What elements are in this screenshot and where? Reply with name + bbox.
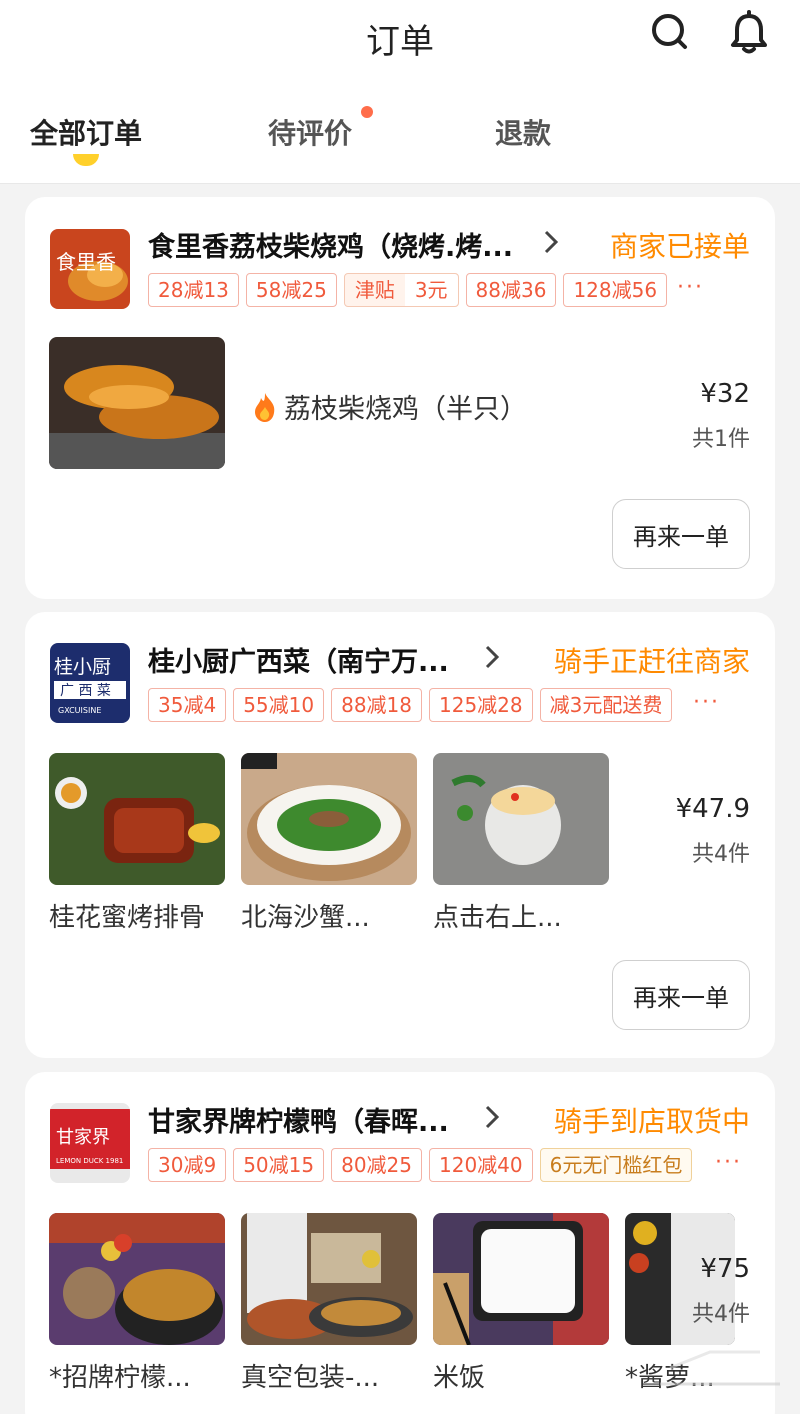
tab-refund[interactable]: 退款 xyxy=(495,112,551,152)
subsidy-value: 3元 xyxy=(404,274,458,306)
order-price: ¥47.9 xyxy=(675,794,750,824)
chevron-right-icon[interactable] xyxy=(540,227,564,257)
fire-icon xyxy=(255,392,275,422)
item-count: 共4件 xyxy=(692,842,750,867)
item-count: 共4件 xyxy=(692,1302,750,1327)
promo-tag: 30减9 xyxy=(148,1148,227,1182)
search-icon xyxy=(652,14,687,49)
svg-text:LEMON DUCK 1981: LEMON DUCK 1981 xyxy=(56,1157,123,1165)
promo-tag: 120减40 xyxy=(429,1148,533,1182)
svg-text:GXCUISINE: GXCUISINE xyxy=(58,706,101,715)
dish-name: 北海沙蟹... xyxy=(241,903,370,933)
dish-image[interactable] xyxy=(433,1213,609,1345)
promo-tag: 减3元配送费 xyxy=(539,688,673,722)
store-name[interactable]: 甘家界牌柠檬鸭（春晖... xyxy=(148,1100,449,1139)
promo-tag: 125减28 xyxy=(429,688,533,722)
dish-name: *招牌柠檬... xyxy=(49,1363,191,1393)
notification-button[interactable] xyxy=(726,10,772,56)
dish-image[interactable] xyxy=(433,753,609,885)
promo-tag: 28减13 xyxy=(148,273,239,307)
chevron-right-icon[interactable] xyxy=(481,642,505,672)
svg-text:甘家界: 甘家界 xyxy=(56,1127,110,1148)
store-logo[interactable]: 食里香 xyxy=(50,229,130,309)
more-promos[interactable]: ··· xyxy=(693,690,720,715)
dish-name: 米饭 xyxy=(433,1363,486,1393)
store-logo[interactable]: 桂小厨 广 西 菜 GXCUISINE xyxy=(50,643,130,723)
dish-name: 真空包装-... xyxy=(241,1363,380,1393)
svg-text:桂小厨: 桂小厨 xyxy=(54,656,111,678)
coupon-tag: 6元无门槛红包 xyxy=(539,1148,693,1182)
dish-image[interactable] xyxy=(49,337,225,469)
subsidy-tag: 津贴 3元 xyxy=(343,273,459,307)
reorder-button[interactable]: 再来一单 xyxy=(612,960,750,1030)
dish-image[interactable] xyxy=(49,753,225,885)
tab-all-orders[interactable]: 全部订单 xyxy=(30,112,142,152)
reorder-button[interactable]: 再来一单 xyxy=(612,499,750,569)
promo-tags: 30减9 50减15 80减25 120减40 6元无门槛红包 xyxy=(148,1148,693,1182)
promo-tags: 28减13 58减25 津贴 3元 88减36 128减56 xyxy=(148,273,668,307)
order-status: 骑手正赶往商家 xyxy=(553,645,750,678)
promo-tag: 88减18 xyxy=(331,688,422,722)
dish-name: 荔枝柴烧鸡（半只） xyxy=(284,394,527,425)
chevron-right-icon[interactable] xyxy=(481,1102,505,1132)
tab-to-review[interactable]: 待评价 xyxy=(268,112,352,152)
dish-image[interactable] xyxy=(241,1213,417,1345)
order-card[interactable]: 桂小厨 广 西 菜 GXCUISINE 桂小厨广西菜（南宁万... 骑手正赶往商… xyxy=(25,612,775,1058)
more-promos[interactable]: ··· xyxy=(677,275,704,300)
dish-name: 点击右上... xyxy=(433,903,562,933)
promo-tag: 128减56 xyxy=(563,273,668,307)
promo-tag: 35减4 xyxy=(148,688,227,722)
store-name[interactable]: 食里香荔枝柴烧鸡（烧烤.烤... xyxy=(148,225,513,264)
svg-text:广 西 菜: 广 西 菜 xyxy=(60,683,111,699)
promo-tag: 55减10 xyxy=(233,688,325,722)
dish-title[interactable]: 荔枝柴烧鸡（半只） xyxy=(252,387,527,426)
more-promos[interactable]: ··· xyxy=(715,1150,742,1175)
order-card[interactable]: 食里香 食里香荔枝柴烧鸡（烧烤.烤... 商家已接单 28减13 58减25 津… xyxy=(25,197,775,599)
promo-tags: 35减4 55减10 88减18 125减28 减3元配送费 xyxy=(148,688,673,722)
promo-tag: 88减36 xyxy=(465,273,557,307)
order-status: 商家已接单 xyxy=(609,230,750,263)
search-button[interactable] xyxy=(648,10,692,54)
active-tab-indicator xyxy=(73,154,99,166)
order-price: ¥32 xyxy=(700,379,750,409)
promo-tag: 50减15 xyxy=(233,1148,325,1182)
item-count: 共1件 xyxy=(692,427,750,452)
subsidy-label: 津贴 xyxy=(354,278,395,302)
dish-image[interactable] xyxy=(49,1213,225,1345)
promo-tag: 80减25 xyxy=(331,1148,422,1182)
watermark-logo xyxy=(660,1350,780,1386)
dish-name: 桂花蜜烤排骨 xyxy=(49,903,206,933)
notification-dot xyxy=(361,106,373,118)
promo-tag: 58减25 xyxy=(245,273,337,307)
store-name[interactable]: 桂小厨广西菜（南宁万... xyxy=(148,640,449,679)
svg-text:食里香: 食里香 xyxy=(56,250,116,274)
dish-image[interactable] xyxy=(241,753,417,885)
order-status: 骑手到店取货中 xyxy=(553,1105,750,1138)
order-price: ¥75 xyxy=(700,1254,750,1284)
top-bar: 订单 全部订单 待评价 退款 xyxy=(0,0,800,184)
bell-icon xyxy=(731,10,767,54)
store-logo[interactable]: 甘家界 LEMON DUCK 1981 xyxy=(50,1103,130,1183)
